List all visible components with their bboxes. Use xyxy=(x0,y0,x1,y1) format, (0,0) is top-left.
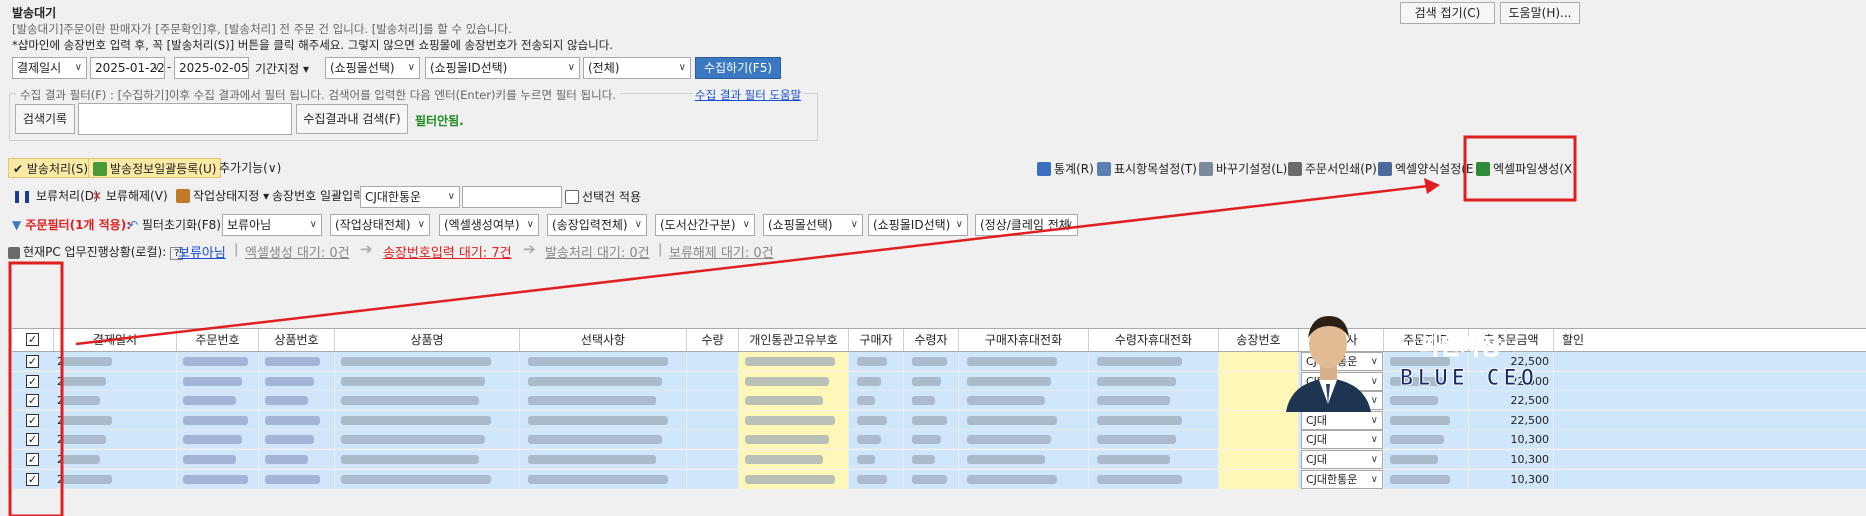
annotation-box-excel xyxy=(1463,135,1577,202)
watermark-korean: 파란사장 xyxy=(1420,335,1502,361)
annotation-box-checkbox xyxy=(8,261,64,516)
annotation-arrow xyxy=(75,184,1429,346)
arrow-head-icon xyxy=(1424,178,1440,194)
annotation-overlay xyxy=(8,135,1577,516)
watermark-english: BLUE CEO xyxy=(1400,366,1538,392)
avatar-illustration xyxy=(1281,304,1376,412)
